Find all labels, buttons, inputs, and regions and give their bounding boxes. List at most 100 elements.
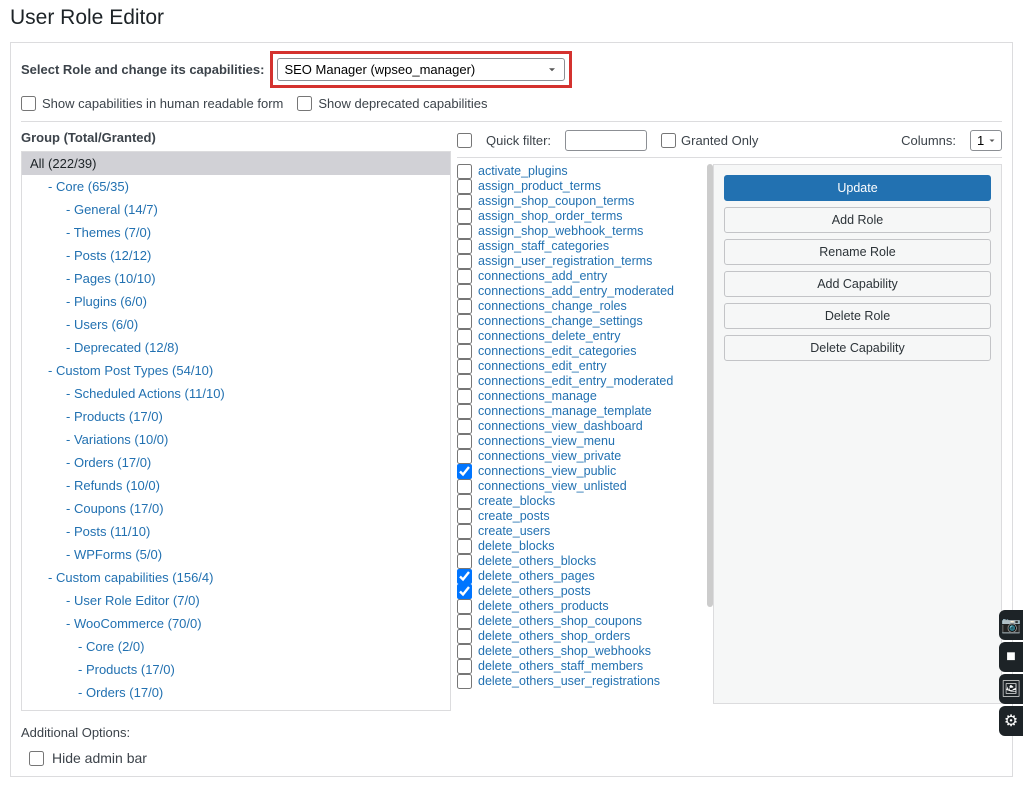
capability-label[interactable]: activate_plugins xyxy=(478,164,568,179)
capability-checkbox[interactable] xyxy=(457,434,472,449)
capability-checkbox[interactable] xyxy=(457,494,472,509)
hide-admin-bar[interactable]: Hide admin bar xyxy=(29,750,1002,766)
capability-label[interactable]: assign_shop_coupon_terms xyxy=(478,194,634,209)
group-item[interactable]: Custom capabilities (156/4) xyxy=(22,566,450,589)
update-button[interactable]: Update xyxy=(724,175,991,201)
capability-label[interactable]: create_users xyxy=(478,524,550,539)
group-item[interactable]: WPForms (5/0) xyxy=(22,543,450,566)
group-item[interactable]: Deprecated (12/8) xyxy=(22,336,450,359)
capability-checkbox[interactable] xyxy=(457,284,472,299)
capability-checkbox[interactable] xyxy=(457,659,472,674)
group-item[interactable]: Users (6/0) xyxy=(22,313,450,336)
capability-checkbox[interactable] xyxy=(457,359,472,374)
capability-label[interactable]: connections_view_public xyxy=(478,464,616,479)
capability-checkbox[interactable] xyxy=(457,479,472,494)
capability-label[interactable]: assign_shop_webhook_terms xyxy=(478,224,643,239)
capability-label[interactable]: connections_edit_entry_moderated xyxy=(478,374,673,389)
capability-label[interactable]: connections_view_private xyxy=(478,449,621,464)
capability-label[interactable]: delete_others_shop_webhooks xyxy=(478,644,651,659)
capability-checkbox[interactable] xyxy=(457,329,472,344)
capability-label[interactable]: delete_others_staff_members xyxy=(478,659,643,674)
show-human-readable-checkbox[interactable] xyxy=(21,96,36,111)
capability-checkbox[interactable] xyxy=(457,464,472,479)
gear-icon[interactable]: ⚙ xyxy=(999,706,1023,736)
capability-checkbox[interactable] xyxy=(457,239,472,254)
group-item[interactable]: Variations (10/0) xyxy=(22,428,450,451)
capability-label[interactable]: connections_view_dashboard xyxy=(478,419,643,434)
show-deprecated-checkbox[interactable] xyxy=(297,96,312,111)
capability-checkbox[interactable] xyxy=(457,614,472,629)
group-item[interactable]: Plugins (6/0) xyxy=(22,290,450,313)
capability-label[interactable]: connections_edit_entry xyxy=(478,359,607,374)
capability-label[interactable]: connections_delete_entry xyxy=(478,329,620,344)
capability-label[interactable]: assign_user_registration_terms xyxy=(478,254,652,269)
capability-label[interactable]: connections_add_entry_moderated xyxy=(478,284,674,299)
delete-role-button[interactable]: Delete Role xyxy=(724,303,991,329)
group-item[interactable]: Coupons (17/0) xyxy=(22,704,450,711)
capability-label[interactable]: delete_blocks xyxy=(478,539,554,554)
capability-label[interactable]: connections_change_roles xyxy=(478,299,627,314)
capability-label[interactable]: assign_product_terms xyxy=(478,179,601,194)
capability-scroll[interactable]: activate_pluginsassign_product_termsassi… xyxy=(457,164,707,704)
scrollbar[interactable] xyxy=(707,164,713,607)
group-item[interactable]: Posts (11/10) xyxy=(22,520,450,543)
capability-checkbox[interactable] xyxy=(457,584,472,599)
capability-checkbox[interactable] xyxy=(457,224,472,239)
capability-label[interactable]: connections_add_entry xyxy=(478,269,607,284)
capability-checkbox[interactable] xyxy=(457,524,472,539)
capability-checkbox[interactable] xyxy=(457,164,472,179)
capability-checkbox[interactable] xyxy=(457,404,472,419)
capability-label[interactable]: connections_manage xyxy=(478,389,597,404)
group-item[interactable]: Core (2/0) xyxy=(22,635,450,658)
group-item[interactable]: Themes (7/0) xyxy=(22,221,450,244)
capability-label[interactable]: delete_others_user_registrations xyxy=(478,674,660,689)
capability-checkbox[interactable] xyxy=(457,674,472,689)
capability-label[interactable]: connections_view_menu xyxy=(478,434,615,449)
group-item[interactable]: Custom Post Types (54/10) xyxy=(22,359,450,382)
group-list[interactable]: All (222/39)Core (65/35)General (14/7)Th… xyxy=(21,151,451,711)
group-item[interactable]: Orders (17/0) xyxy=(22,681,450,704)
gallery-icon[interactable]: 🖼 xyxy=(999,674,1023,704)
columns-select[interactable]: 1 xyxy=(970,130,1002,151)
capability-label[interactable]: delete_others_posts xyxy=(478,584,591,599)
capability-checkbox[interactable] xyxy=(457,209,472,224)
capability-label[interactable]: delete_others_pages xyxy=(478,569,595,584)
add-capability-button[interactable]: Add Capability xyxy=(724,271,991,297)
show-deprecated[interactable]: Show deprecated capabilities xyxy=(297,96,487,111)
capability-label[interactable]: assign_staff_categories xyxy=(478,239,609,254)
capability-checkbox[interactable] xyxy=(457,299,472,314)
capability-checkbox[interactable] xyxy=(457,194,472,209)
capability-checkbox[interactable] xyxy=(457,509,472,524)
hide-admin-bar-checkbox[interactable] xyxy=(29,751,44,766)
capability-checkbox[interactable] xyxy=(457,374,472,389)
granted-only-checkbox[interactable] xyxy=(661,133,676,148)
group-item[interactable]: All (222/39) xyxy=(22,152,450,175)
group-item[interactable]: Orders (17/0) xyxy=(22,451,450,474)
camera-icon[interactable]: 📷 xyxy=(999,610,1023,640)
capability-checkbox[interactable] xyxy=(457,629,472,644)
capability-checkbox[interactable] xyxy=(457,389,472,404)
capability-checkbox[interactable] xyxy=(457,569,472,584)
capability-label[interactable]: delete_others_blocks xyxy=(478,554,596,569)
capability-label[interactable]: create_posts xyxy=(478,509,550,524)
capability-checkbox[interactable] xyxy=(457,449,472,464)
group-item[interactable]: Products (17/0) xyxy=(22,405,450,428)
group-item[interactable]: Scheduled Actions (11/10) xyxy=(22,382,450,405)
capability-checkbox[interactable] xyxy=(457,599,472,614)
capability-label[interactable]: delete_others_products xyxy=(478,599,609,614)
delete-capability-button[interactable]: Delete Capability xyxy=(724,335,991,361)
rename-role-button[interactable]: Rename Role xyxy=(724,239,991,265)
capability-label[interactable]: connections_edit_categories xyxy=(478,344,636,359)
role-select[interactable]: SEO Manager (wpseo_manager) xyxy=(277,58,565,81)
capability-label[interactable]: delete_others_shop_orders xyxy=(478,629,630,644)
group-item[interactable]: Pages (10/10) xyxy=(22,267,450,290)
capability-label[interactable]: assign_shop_order_terms xyxy=(478,209,623,224)
capability-checkbox[interactable] xyxy=(457,254,472,269)
group-item[interactable]: WooCommerce (70/0) xyxy=(22,612,450,635)
capability-checkbox[interactable] xyxy=(457,344,472,359)
capability-checkbox[interactable] xyxy=(457,539,472,554)
group-item[interactable]: Posts (12/12) xyxy=(22,244,450,267)
capability-checkbox[interactable] xyxy=(457,419,472,434)
capability-label[interactable]: connections_view_unlisted xyxy=(478,479,627,494)
group-item[interactable]: User Role Editor (7/0) xyxy=(22,589,450,612)
